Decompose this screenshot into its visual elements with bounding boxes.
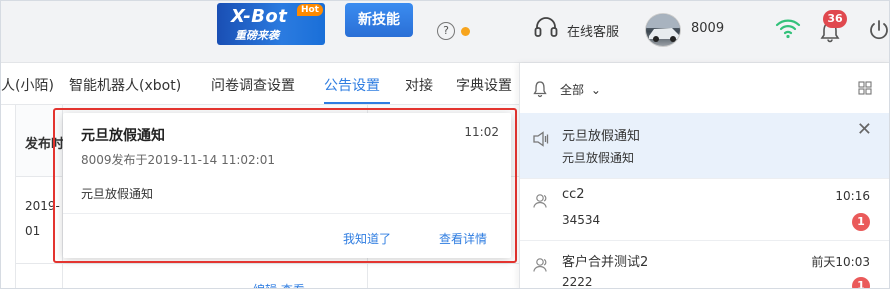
hot-badge: Hot: [296, 4, 323, 16]
item-title: 客户合并测试2: [562, 255, 649, 270]
unread-badge: 1: [852, 277, 870, 288]
popup-body: 元旦放假通知: [81, 187, 154, 201]
tab-announcement-settings[interactable]: 公告设置: [324, 75, 380, 95]
new-skill-button[interactable]: 新技能: [345, 3, 413, 37]
popup-publish-info: 8009发布于2019-11-14 11:02:01: [81, 153, 275, 167]
list-item[interactable]: cc2 34534 10:16 1: [520, 179, 889, 241]
item-subtitle: 34534: [562, 213, 601, 227]
car-photo-icon: [646, 14, 680, 42]
announcement-popup: 元旦放假通知 11:02 8009发布于2019-11-14 11:02:01 …: [63, 113, 511, 258]
row-action-links[interactable]: 编辑 查看: [253, 281, 305, 288]
notification-count-badge: 36: [823, 10, 847, 28]
item-title: 元旦放假通知: [562, 129, 641, 144]
filter-label: 全部: [560, 83, 585, 97]
xbot-banner-title: X-Bot: [231, 6, 288, 27]
notification-panel: 全部 ⌄ 元旦放假通知 元旦放假通知 ✕ cc2 34534 10:16 1 客…: [519, 63, 889, 289]
filter-dropdown[interactable]: 全部 ⌄: [560, 81, 601, 98]
active-tab-indicator: [324, 102, 390, 104]
avatar[interactable]: [645, 13, 681, 47]
notification-panel-header: 全部 ⌄: [520, 63, 889, 113]
column-header-publish-time: 发布时: [25, 137, 65, 152]
list-item[interactable]: 元旦放假通知 元旦放假通知 ✕: [520, 113, 889, 179]
grid-view-icon[interactable]: [858, 81, 872, 95]
item-time: 前天10:03: [811, 255, 870, 269]
wifi-icon: [775, 19, 801, 39]
close-icon[interactable]: ✕: [857, 121, 872, 139]
popup-footer-divider: [63, 213, 511, 214]
user-id-label[interactable]: 8009: [691, 21, 724, 36]
view-details-button[interactable]: 查看详情: [439, 230, 487, 247]
top-bar: X-Bot 重磅来袭 Hot 新技能 ? 在线客服 8009 36: [1, 1, 890, 63]
settings-tab-bar: 人(小陌) 智能机器人(xbot) 问卷调查设置 公告设置 对接 字典设置: [1, 63, 521, 105]
item-subtitle: 2222: [562, 275, 593, 289]
xbot-banner-subtitle: 重磅来袭: [235, 29, 279, 42]
headset-icon[interactable]: [533, 15, 559, 41]
tab-survey-settings[interactable]: 问卷调查设置: [211, 75, 295, 95]
tab-xiaomo-robot[interactable]: 人(小陌): [1, 75, 54, 95]
unread-badge: 1: [852, 213, 870, 231]
power-icon[interactable]: [867, 18, 890, 42]
help-icon[interactable]: ?: [437, 22, 455, 40]
table-cell-date-cont: 01: [25, 224, 41, 238]
bell-icon: [533, 81, 547, 98]
list-item[interactable]: 客户合并测试2 2222 前天10:03 1: [520, 241, 889, 289]
table-cell-date: 2019-: [25, 199, 60, 213]
item-subtitle: 元旦放假通知: [562, 151, 635, 165]
table-row-divider: [15, 263, 521, 264]
acknowledge-button[interactable]: 我知道了: [343, 230, 391, 247]
xbot-promo-banner[interactable]: X-Bot 重磅来袭 Hot: [217, 3, 325, 45]
tab-xbot-robot[interactable]: 智能机器人(xbot): [69, 75, 181, 95]
popup-title: 元旦放假通知: [81, 128, 165, 144]
app-frame: X-Bot 重磅来袭 Hot 新技能 ? 在线客服 8009 36 人(小陌) …: [0, 0, 890, 289]
user-group-icon: [533, 194, 547, 208]
item-title: cc2: [562, 187, 585, 202]
item-time: 10:16: [835, 189, 870, 203]
user-group-icon: [533, 258, 547, 272]
popup-time: 11:02: [464, 125, 499, 139]
tab-dictionary-settings[interactable]: 字典设置: [456, 75, 512, 95]
speaker-icon: [533, 131, 549, 147]
online-service-link[interactable]: 在线客服: [567, 21, 619, 40]
status-dot-icon: [461, 27, 470, 36]
chevron-down-icon: ⌄: [590, 83, 601, 97]
tab-integration[interactable]: 对接: [405, 75, 433, 95]
